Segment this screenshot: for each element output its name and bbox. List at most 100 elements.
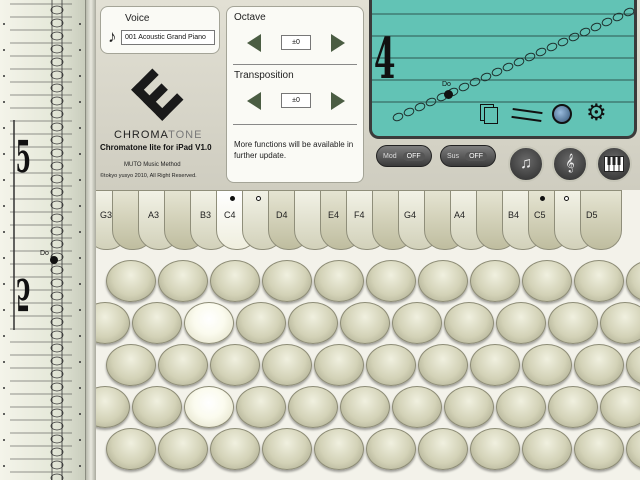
grid-key[interactable] — [366, 344, 416, 386]
grid-key[interactable] — [314, 428, 364, 470]
display-number: 4 — [374, 26, 396, 92]
key-label: E4 — [328, 210, 340, 220]
key-label: A3 — [148, 210, 160, 220]
grid-key[interactable] — [262, 344, 312, 386]
piano-button[interactable] — [596, 146, 632, 182]
grid-key[interactable] — [210, 428, 260, 470]
grid-key[interactable] — [158, 344, 208, 386]
grid-key[interactable] — [210, 260, 260, 302]
grid-key[interactable] — [600, 302, 640, 344]
octave-up-button[interactable] — [331, 34, 345, 52]
key-label: B3 — [200, 210, 212, 220]
grid-key[interactable] — [236, 302, 286, 344]
staff-notes-button[interactable]: ♫ — [508, 146, 544, 182]
grid-key[interactable] — [626, 344, 640, 386]
gear-icon[interactable]: ⚙ — [586, 101, 607, 124]
mod-state: OFF — [402, 151, 425, 161]
grid-key[interactable] — [184, 302, 234, 344]
left-staff-number: 5 — [15, 132, 31, 183]
grid-key[interactable] — [158, 428, 208, 470]
grid-key[interactable] — [236, 386, 286, 428]
grid-key[interactable] — [418, 344, 468, 386]
globe-icon[interactable] — [552, 104, 572, 124]
grid-key[interactable] — [626, 260, 640, 302]
grid-key[interactable] — [132, 386, 182, 428]
grid-key[interactable] — [496, 302, 546, 344]
grid-key[interactable] — [522, 260, 572, 302]
grid-key[interactable] — [574, 428, 624, 470]
voice-label: Voice — [125, 13, 150, 24]
grid-key[interactable] — [496, 386, 546, 428]
grid-key[interactable] — [288, 386, 338, 428]
top-key[interactable] — [580, 190, 622, 250]
grid-key[interactable] — [314, 260, 364, 302]
left-staff-svg — [3, 0, 81, 480]
grid-key[interactable] — [288, 302, 338, 344]
more-functions-text: More functions will be available in furt… — [234, 140, 354, 160]
key-label: F4 — [354, 210, 365, 220]
grid-key[interactable] — [418, 428, 468, 470]
grid-key[interactable] — [392, 302, 442, 344]
grid-key[interactable] — [600, 386, 640, 428]
grid-key[interactable] — [392, 386, 442, 428]
grid-key[interactable] — [262, 428, 312, 470]
grid-key[interactable] — [132, 302, 182, 344]
grid-key[interactable] — [366, 428, 416, 470]
grid-key[interactable] — [418, 260, 468, 302]
grid-key[interactable] — [210, 344, 260, 386]
version-text: Chromatone lite for iPad V1.0 — [100, 143, 212, 152]
octave-down-button[interactable] — [247, 34, 261, 52]
grid-key[interactable] — [106, 428, 156, 470]
key-label: A4 — [454, 210, 466, 220]
grid-key[interactable] — [96, 386, 130, 428]
grid-key[interactable] — [340, 386, 390, 428]
grid-key[interactable] — [522, 428, 572, 470]
key-marker-dot — [564, 196, 569, 201]
music-note-icon: ♪ — [108, 27, 117, 46]
key-label: D4 — [276, 210, 288, 220]
left-staff-panel[interactable]: 5 5 Do — [0, 0, 86, 480]
mod-label: Mod — [383, 152, 397, 160]
grid-key[interactable] — [314, 344, 364, 386]
notation-display[interactable]: 4 Do ⚙ — [369, 0, 637, 139]
piano-icon — [604, 156, 624, 172]
grid-key[interactable] — [106, 260, 156, 302]
grid-key[interactable] — [470, 260, 520, 302]
key-marker-dot — [256, 196, 261, 201]
transposition-down-button[interactable] — [247, 92, 261, 110]
grid-key[interactable] — [184, 386, 234, 428]
clef-button[interactable]: 𝄞 — [552, 146, 588, 182]
grid-key[interactable] — [548, 302, 598, 344]
mod-toggle[interactable]: Mod OFF — [376, 145, 432, 167]
grid-key[interactable] — [548, 386, 598, 428]
transposition-up-button[interactable] — [331, 92, 345, 110]
key-label: D5 — [586, 210, 598, 220]
pages-icon[interactable] — [480, 104, 498, 124]
grid-key[interactable] — [522, 344, 572, 386]
copyright-text: ©tokyo yusyo 2010, All Right Reserved. — [100, 173, 197, 179]
grid-key[interactable] — [106, 344, 156, 386]
grid-key[interactable] — [366, 260, 416, 302]
grid-key[interactable] — [574, 344, 624, 386]
grid-key[interactable] — [470, 428, 520, 470]
grid-key[interactable] — [96, 302, 130, 344]
transposition-value: ±0 — [281, 93, 311, 108]
grid-key[interactable] — [444, 302, 494, 344]
grid-key[interactable] — [158, 260, 208, 302]
grid-key[interactable] — [626, 428, 640, 470]
grid-key[interactable] — [340, 302, 390, 344]
octave-value: ±0 — [281, 35, 311, 50]
key-label: G4 — [404, 210, 417, 220]
transposition-label: Transposition — [234, 70, 294, 81]
grid-key[interactable] — [470, 344, 520, 386]
grid-key[interactable] — [262, 260, 312, 302]
key-marker-dot — [230, 196, 235, 201]
brand-accent: TONE — [168, 129, 203, 141]
voice-select[interactable]: 001 Acoustic Grand Piano — [121, 30, 215, 45]
grid-key[interactable] — [444, 386, 494, 428]
sus-toggle[interactable]: Sus OFF — [440, 145, 496, 167]
grid-key[interactable] — [574, 260, 624, 302]
staff-notes-icon: ♫ — [520, 155, 532, 172]
key-label: B4 — [508, 210, 520, 220]
brand-main: CHROMA — [114, 129, 169, 141]
